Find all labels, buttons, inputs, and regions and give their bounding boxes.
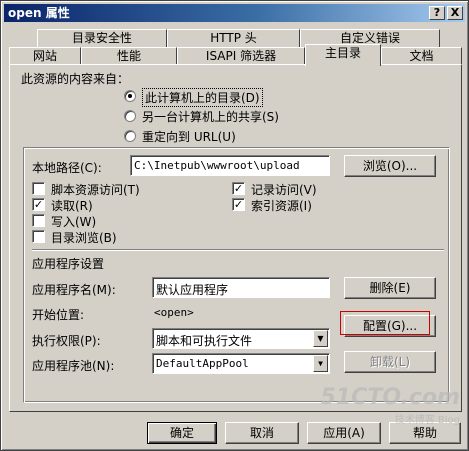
dropdown-arrow-icon[interactable]: ▼ [313, 330, 328, 347]
dropdown-arrow-icon[interactable]: ▼ [313, 355, 328, 372]
chk-directory-browsing-label[interactable]: 目录浏览(B) [51, 229, 117, 246]
chk-script-source-access-label[interactable]: 脚本资源访问(T) [51, 181, 140, 198]
chk-index-resource[interactable]: ✓ [232, 198, 245, 211]
apply-button[interactable]: 应用(A) [307, 422, 381, 444]
watermark-sub: 技术博客 Blog [394, 415, 460, 426]
app-pool-value: DefaultAppPool [156, 357, 249, 370]
chk-index-resource-label[interactable]: 索引资源(I) [251, 197, 312, 214]
execute-permissions-value: 脚本和可执行文件 [156, 334, 253, 348]
app-settings-heading: 应用程序设置 [32, 257, 105, 271]
chk-log-visits-label[interactable]: 记录访问(V) [251, 181, 317, 198]
app-name-input[interactable]: 默认应用程序 [152, 277, 330, 298]
remove-button[interactable]: 删除(E) [344, 277, 436, 299]
start-point-label: 开始位置: [32, 308, 85, 322]
window-title: open 属性 [8, 6, 70, 20]
local-path-input[interactable]: C:\Inetpub\wwwroot\upload [130, 155, 330, 176]
radio-local-directory[interactable] [124, 90, 136, 102]
separator [32, 249, 444, 251]
app-name-label: 应用程序名(M): [32, 283, 116, 297]
tab-home-directory[interactable]: 主目录 [305, 44, 381, 66]
app-pool-select[interactable]: DefaultAppPool ▼ [152, 353, 330, 374]
tab-http-headers[interactable]: HTTP 头 [167, 29, 300, 48]
chk-log-visits[interactable]: ✓ [232, 182, 245, 195]
start-point-value: <open> [154, 306, 194, 319]
title-bar[interactable]: open 属性 ? X [4, 4, 465, 22]
close-icon[interactable]: X [447, 6, 463, 20]
chk-read-label[interactable]: 读取(R) [51, 197, 93, 214]
tab-panel-home-directory: 此资源的内容来自： 此计算机上的目录(D) 另一台计算机上的共享(S) 重定向到… [9, 64, 462, 412]
ok-button[interactable]: 确定 [147, 422, 217, 444]
browse-button[interactable]: 浏览(O)... [344, 155, 436, 177]
execute-permissions-select[interactable]: 脚本和可执行文件 ▼ [152, 328, 330, 349]
execute-permissions-label: 执行权限(P): [32, 334, 101, 348]
radio-redirect-url[interactable] [124, 130, 136, 142]
chk-write-label[interactable]: 写入(W) [51, 213, 96, 230]
radio-redirect-url-label[interactable]: 重定向到 URL(U) [142, 128, 236, 145]
chk-directory-browsing[interactable] [32, 230, 45, 243]
help-icon[interactable]: ? [429, 6, 445, 20]
chk-script-source-access[interactable] [32, 182, 45, 195]
tab-directory-security[interactable]: 目录安全性 [37, 29, 167, 48]
unload-button: 卸载(L) [344, 351, 436, 373]
local-path-label: 本地路径(C): [32, 161, 102, 175]
watermark-logo: 51CTO.com [320, 385, 460, 410]
chk-write[interactable] [32, 214, 45, 227]
app-pool-label: 应用程序池(N): [32, 359, 115, 373]
radio-network-share[interactable] [124, 110, 136, 122]
source-heading: 此资源的内容来自： [21, 72, 130, 86]
cancel-button[interactable]: 取消 [225, 422, 299, 444]
radio-network-share-label[interactable]: 另一台计算机上的共享(S) [142, 108, 279, 125]
radio-local-directory-label[interactable]: 此计算机上的目录(D) [142, 88, 263, 107]
properties-dialog: open 属性 ? X 目录安全性 HTTP 头 自定义错误 网站 性能 ISA… [0, 0, 469, 451]
chk-read[interactable]: ✓ [32, 198, 45, 211]
configure-button[interactable]: 配置(G)... [344, 315, 436, 337]
